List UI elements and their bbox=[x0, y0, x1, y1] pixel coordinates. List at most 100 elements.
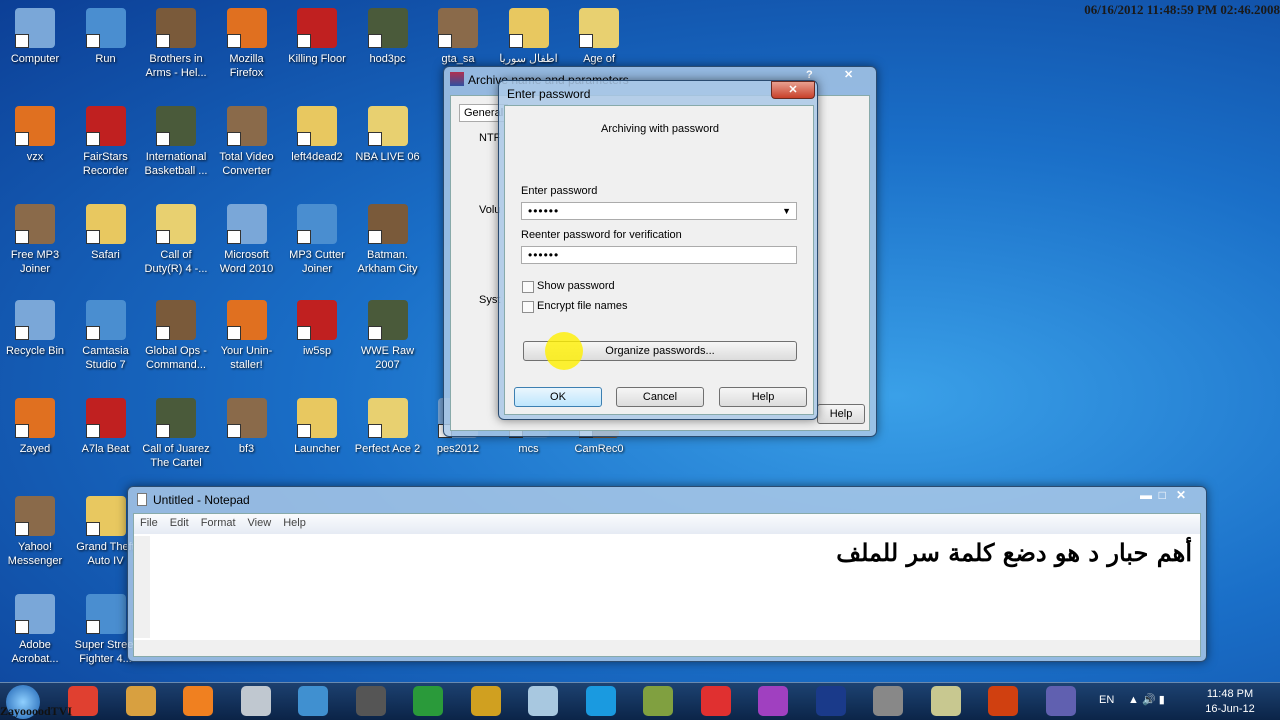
show-password-checkbox[interactable] bbox=[522, 281, 534, 293]
desktop-icon[interactable]: gta_sa bbox=[423, 8, 493, 66]
desktop-icon[interactable]: WWE Raw 2007 bbox=[353, 300, 423, 372]
desktop-icon[interactable]: Launcher bbox=[282, 398, 352, 456]
menu-view[interactable]: View bbox=[248, 517, 272, 529]
app-icon bbox=[15, 300, 55, 340]
desktop-icon[interactable]: Perfect Ace 2 bbox=[353, 398, 423, 456]
editor-icon[interactable] bbox=[643, 686, 673, 716]
menu-file[interactable]: File bbox=[140, 517, 158, 529]
desktop-icon[interactable]: A7la Beat bbox=[71, 398, 141, 456]
app-icon bbox=[156, 8, 196, 48]
desktop-icon[interactable]: Brothers in Arms - Hel... bbox=[141, 8, 211, 80]
date: 16-Jun-12 bbox=[1205, 703, 1255, 715]
app-icon bbox=[297, 204, 337, 244]
chevron-down-icon[interactable]: ▼ bbox=[782, 203, 792, 219]
desktop-icon[interactable]: Total Video Converter bbox=[212, 106, 282, 178]
desktop-icon[interactable]: Safari bbox=[71, 204, 141, 262]
minimize-icon[interactable]: ▬ bbox=[1140, 488, 1152, 502]
app-icon bbox=[156, 300, 196, 340]
desktop-icon[interactable]: hod3pc bbox=[353, 8, 423, 66]
snipping-tool-icon[interactable] bbox=[298, 686, 328, 716]
desktop-icon[interactable]: MP3 Cutter Joiner bbox=[282, 204, 352, 276]
desktop-icon[interactable]: Your Unin-staller! bbox=[212, 300, 282, 372]
skype-icon[interactable] bbox=[585, 686, 616, 716]
desktop-icon[interactable]: Free MP3 Joiner bbox=[0, 204, 70, 276]
desktop-icon[interactable]: اطفال سوريا bbox=[494, 8, 564, 66]
cursor-highlight bbox=[545, 332, 583, 370]
icon-label: CamRec0 bbox=[574, 443, 624, 455]
app-icon bbox=[156, 204, 196, 244]
desktop-icon[interactable]: Yahoo! Messenger bbox=[0, 496, 70, 568]
reenter-password-input[interactable]: •••••• bbox=[521, 246, 797, 264]
app-icon bbox=[85, 204, 126, 244]
app-icon bbox=[156, 398, 196, 438]
desktop-icon[interactable]: Age of bbox=[564, 8, 634, 66]
desktop-icon[interactable]: Batman. Arkham City bbox=[353, 204, 423, 276]
google-talk-icon[interactable] bbox=[700, 686, 731, 716]
microphone-icon[interactable] bbox=[873, 686, 903, 716]
calculator-icon[interactable] bbox=[240, 686, 271, 716]
app-icon bbox=[226, 204, 267, 244]
desktop-icon[interactable]: iw5sp bbox=[282, 300, 352, 358]
desktop-icon[interactable]: Call of Juarez The Cartel bbox=[141, 398, 211, 470]
half-life-icon[interactable] bbox=[988, 686, 1018, 716]
desktop-icon[interactable]: International Basketball ... bbox=[141, 106, 211, 178]
icon-label: Global Ops - Command... bbox=[145, 345, 207, 371]
notepad-icon[interactable] bbox=[528, 686, 558, 716]
menu-help[interactable]: Help bbox=[283, 517, 306, 529]
messenger-icon[interactable] bbox=[758, 686, 788, 716]
desktop-icon[interactable]: Adobe Acrobat... bbox=[0, 594, 70, 666]
desktop-icon[interactable]: NBA LIVE 06 bbox=[353, 106, 423, 164]
archive-help-button[interactable]: Help bbox=[817, 404, 865, 424]
paint-icon[interactable] bbox=[125, 686, 156, 716]
desktop-icon[interactable]: Camtasia Studio 7 bbox=[71, 300, 141, 372]
text-area[interactable]: أهم حبار د هو دضع كلمة سر للملف bbox=[836, 538, 1192, 567]
desktop-icon[interactable]: vzx bbox=[0, 106, 70, 164]
desktop-icon[interactable]: Killing Floor bbox=[282, 8, 352, 66]
desktop-icon[interactable]: Global Ops - Command... bbox=[141, 300, 211, 372]
close-button[interactable]: ✕ bbox=[771, 81, 815, 99]
clock[interactable]: 11:48 PM 16-Jun-12 bbox=[1205, 688, 1255, 715]
icon-label: left4dead2 bbox=[291, 151, 343, 163]
desktop-icon[interactable]: bf3 bbox=[212, 398, 282, 456]
icon-label: Free MP3 Joiner bbox=[10, 249, 60, 275]
app-icon bbox=[15, 398, 55, 438]
winamp-icon[interactable] bbox=[470, 686, 501, 716]
desktop-icon[interactable]: FairStars Recorder bbox=[71, 106, 141, 178]
desktop-icon[interactable]: left4dead2 bbox=[282, 106, 352, 164]
help-button[interactable]: Help bbox=[719, 387, 807, 407]
app-icon bbox=[579, 8, 619, 48]
icon-label: MP3 Cutter Joiner bbox=[289, 249, 345, 275]
tray-icons[interactable]: ▲ 🔊 ▮ bbox=[1128, 693, 1165, 706]
desktop-icon[interactable]: Microsoft Word 2010 bbox=[212, 204, 282, 276]
horizontal-scrollbar[interactable] bbox=[134, 640, 1200, 656]
menu-bar: File Edit Format View Help bbox=[134, 514, 1200, 534]
desktop-icon[interactable]: Run bbox=[71, 8, 141, 66]
close-icon[interactable]: ✕ bbox=[1176, 488, 1186, 502]
camera-icon[interactable] bbox=[355, 686, 386, 716]
icon-label: gta_sa bbox=[441, 53, 475, 65]
icon-label: Recycle Bin bbox=[5, 345, 65, 357]
time: 11:48 PM bbox=[1206, 688, 1254, 700]
bluetooth-icon[interactable] bbox=[815, 686, 846, 716]
vertical-scrollbar[interactable] bbox=[134, 536, 150, 638]
encrypt-file-names-checkbox[interactable] bbox=[522, 301, 534, 313]
desktop-icon[interactable]: Mozilla Firefox bbox=[212, 8, 282, 80]
media-player-icon[interactable] bbox=[183, 686, 213, 716]
maximize-icon[interactable]: □ bbox=[1159, 488, 1166, 502]
utorrent-icon[interactable] bbox=[413, 686, 443, 716]
desktop-icon[interactable]: Call of Duty(R) 4 -... bbox=[141, 204, 211, 276]
icon-label: Camtasia Studio 7 bbox=[82, 345, 129, 371]
cancel-button[interactable]: Cancel bbox=[616, 387, 704, 407]
camtasia-icon[interactable] bbox=[930, 686, 961, 716]
menu-format[interactable]: Format bbox=[201, 517, 236, 529]
desktop-icon[interactable]: Zayed bbox=[0, 398, 70, 456]
language-indicator[interactable]: EN bbox=[1099, 694, 1114, 706]
winrar-icon[interactable] bbox=[1045, 686, 1076, 716]
desktop-icon[interactable]: Recycle Bin bbox=[0, 300, 70, 358]
ok-button[interactable]: OK bbox=[514, 387, 602, 407]
chrome-icon[interactable] bbox=[68, 686, 98, 716]
desktop-icon[interactable]: Computer bbox=[0, 8, 70, 66]
close-button[interactable]: ✕ bbox=[844, 68, 853, 81]
menu-edit[interactable]: Edit bbox=[170, 517, 189, 529]
enter-password-combo[interactable]: •••••• ▼ bbox=[521, 202, 797, 220]
